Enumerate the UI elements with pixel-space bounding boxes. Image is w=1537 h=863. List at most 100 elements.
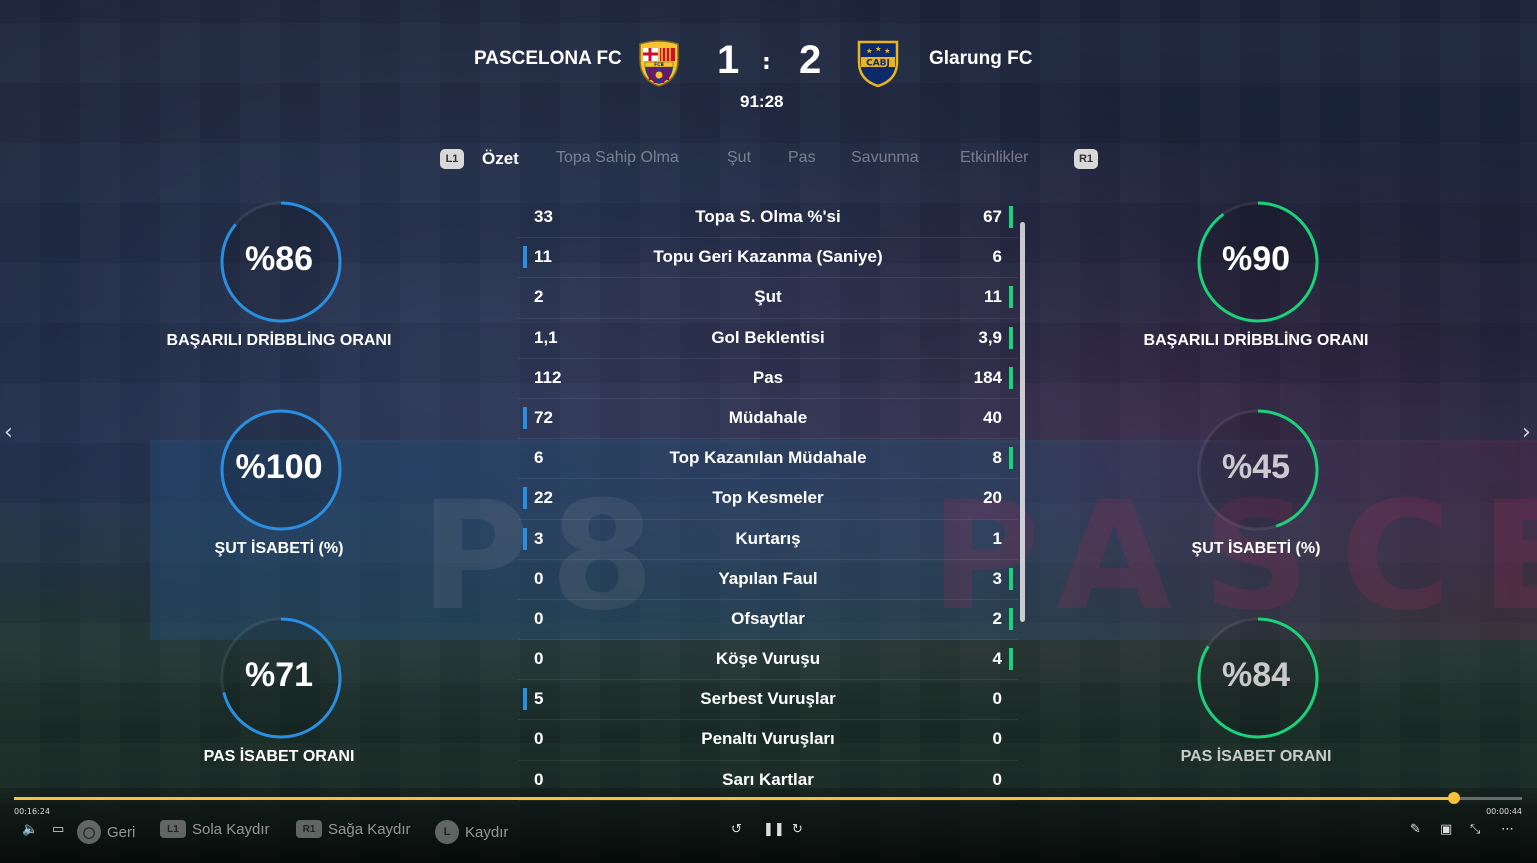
control-hint-geri: ◯ Geri xyxy=(77,820,135,844)
away-stat-value: 8 xyxy=(992,448,1002,468)
stats-scrollbar[interactable] xyxy=(1020,222,1025,622)
stat-label: Ofsaytlar xyxy=(731,608,805,628)
gauge-percentage: %45 xyxy=(1221,448,1291,486)
gauge-label: BAŞARILI DRİBBLİNG ORANI xyxy=(1143,332,1369,349)
away-stat-value: 3,9 xyxy=(978,327,1002,347)
home-score: 1 xyxy=(717,38,740,82)
stat-row: 22 Top Kesmeler 20 xyxy=(518,479,1018,520)
stat-row: 2 Şut 11 xyxy=(518,278,1018,319)
away-crest-icon: CABJ xyxy=(857,40,899,88)
stat-label: Top Kazanılan Müdahale xyxy=(669,448,867,468)
l1-button-icon[interactable]: L1 xyxy=(440,149,464,169)
stats-table: 33 Topa S. Olma %'si 67 11 Topu Geri Kazanma… xyxy=(518,198,1018,801)
stat-label: Penaltı Vuruşları xyxy=(701,729,835,749)
stat-label: Pas xyxy=(752,367,784,387)
svg-text:CABJ: CABJ xyxy=(866,59,890,69)
stat-label: Şut xyxy=(754,287,782,307)
away-score: 2 xyxy=(799,38,822,82)
away-stat-value: 4 xyxy=(992,649,1002,669)
gauge-percentage: %90 xyxy=(1221,240,1291,278)
away-stat-value: 184 xyxy=(973,367,1002,387)
stat-label: Serbest Vuruşlar xyxy=(700,689,836,709)
home-crest-icon: FCB xyxy=(639,40,679,87)
away-stat-value: 0 xyxy=(992,689,1002,709)
tab-sut[interactable]: Şut xyxy=(727,149,751,167)
subtitles-icon[interactable]: ▭ xyxy=(52,822,64,837)
control-hint-kaydir: L Kaydır xyxy=(435,820,508,844)
control-hint-label: Geri xyxy=(107,823,136,841)
forward-icon[interactable]: ↻ xyxy=(792,822,803,837)
match-clock: 91:28 xyxy=(740,92,784,111)
r1-button-icon[interactable]: R1 xyxy=(1074,149,1098,169)
stat-row: 0 Ofsaytlar 2 xyxy=(518,600,1018,641)
gauge-label: ŞUT İSABETİ (%) xyxy=(1191,540,1321,557)
away-stat-value: 2 xyxy=(992,608,1002,628)
more-options-icon[interactable]: ⋯ xyxy=(1501,822,1514,837)
control-hint-label: Sağa Kaydır xyxy=(328,820,411,838)
away-stat-value: 0 xyxy=(992,769,1002,789)
gauge-label: PAS İSABET ORANI xyxy=(1180,748,1332,765)
home-team-name: PASCELONA FC xyxy=(474,48,622,69)
away-stat-value: 11 xyxy=(984,287,1002,307)
tab-etkinlikler[interactable]: Etkinlikler xyxy=(960,149,1028,167)
r1-key-icon: R1 xyxy=(296,820,322,838)
volume-icon[interactable]: 🔈 xyxy=(22,822,38,837)
elapsed-time: 00:16:24 xyxy=(14,807,50,816)
stat-row: 0 Köşe Vuruşu 4 xyxy=(518,640,1018,681)
away-stat-value: 3 xyxy=(992,568,1002,588)
tab-ozet[interactable]: Özet xyxy=(482,149,519,169)
collapse-icon[interactable]: ⤡ xyxy=(1470,822,1480,837)
stat-label: Köşe Vuruşu xyxy=(715,649,821,669)
progress-knob[interactable] xyxy=(1448,792,1461,804)
stat-row: 0 Penaltı Vuruşları 0 xyxy=(518,720,1018,761)
stat-row: 11 Topu Geri Kazanma (Saniye) 6 xyxy=(518,238,1018,279)
away-stat-value: 1 xyxy=(992,528,1002,548)
stat-row: 3 Kurtarış 1 xyxy=(518,520,1018,560)
stat-label: Top Kesmeler xyxy=(712,488,824,508)
pause-icon[interactable]: ❚❚ xyxy=(763,822,785,837)
away-stat-value: 6 xyxy=(992,247,1002,267)
gauge-percentage: %71 xyxy=(244,656,314,694)
progress-fill xyxy=(14,797,1455,800)
away-stat-value: 20 xyxy=(983,488,1002,508)
edit-icon[interactable]: ✎ xyxy=(1410,822,1421,837)
gauge-label: PAS İSABET ORANI xyxy=(203,748,355,765)
video-player-bar: 00:16:24 00:00:44 🔈 ▭ ◯ Geri L1 Sola Kay… xyxy=(0,788,1537,863)
stat-label: Sarı Kartlar xyxy=(722,769,814,789)
stat-row: 5 Serbest Vuruşlar 0 xyxy=(518,680,1018,721)
prev-page-arrow-icon[interactable]: ‹ xyxy=(4,420,13,445)
left-stick-icon: L xyxy=(435,820,459,844)
stat-label: Gol Beklentisi xyxy=(711,327,825,347)
tab-topa-sahip-olma[interactable]: Topa Sahip Olma xyxy=(556,149,679,167)
away-stat-value: 0 xyxy=(992,729,1002,749)
gauge-percentage: %84 xyxy=(1221,656,1291,694)
gauge-percentage: %86 xyxy=(244,240,314,278)
control-hint-label: Kaydır xyxy=(465,823,509,841)
stat-label: Kurtarış xyxy=(735,528,801,548)
stat-label: Müdahale xyxy=(728,407,808,427)
control-hint-label: Sola Kaydır xyxy=(192,820,270,838)
stat-row: 0 Yapılan Faul 3 xyxy=(518,560,1018,600)
l1-key-icon: L1 xyxy=(160,820,186,838)
away-stat-value: 67 xyxy=(983,207,1002,226)
stat-row: 33 Topa S. Olma %'si 67 xyxy=(518,198,1018,239)
away-team-name: Glarung FC xyxy=(929,48,1033,69)
next-page-arrow-icon[interactable]: › xyxy=(1522,420,1531,445)
stat-label: Topu Geri Kazanma (Saniye) xyxy=(653,247,883,267)
away-stat-value: 40 xyxy=(983,407,1002,427)
progress-track[interactable] xyxy=(14,792,1522,804)
rewind-icon[interactable]: ↺ xyxy=(731,822,742,837)
stat-label: Yapılan Faul xyxy=(718,568,818,588)
stat-row: 1,1 Gol Beklentisi 3,9 xyxy=(518,319,1018,359)
control-hint-sola-kaydir: L1 Sola Kaydır xyxy=(160,820,270,838)
tab-pas[interactable]: Pas xyxy=(788,149,816,167)
picture-in-picture-icon[interactable]: ▣ xyxy=(1440,822,1452,837)
score-separator: : xyxy=(762,50,771,75)
stat-label: Topa S. Olma %'si xyxy=(695,207,841,226)
stat-row: 72 Müdahale 40 xyxy=(518,399,1018,440)
control-hint-saga-kaydir: R1 Sağa Kaydır xyxy=(296,820,411,838)
stat-row: 112 Pas 184 xyxy=(518,359,1018,399)
gauge-percentage: %100 xyxy=(235,448,323,486)
stats-tab-bar: L1 Özet Topa Sahip Olma Şut Pas Savunma … xyxy=(440,147,1100,173)
tab-savunma[interactable]: Savunma xyxy=(851,149,919,167)
